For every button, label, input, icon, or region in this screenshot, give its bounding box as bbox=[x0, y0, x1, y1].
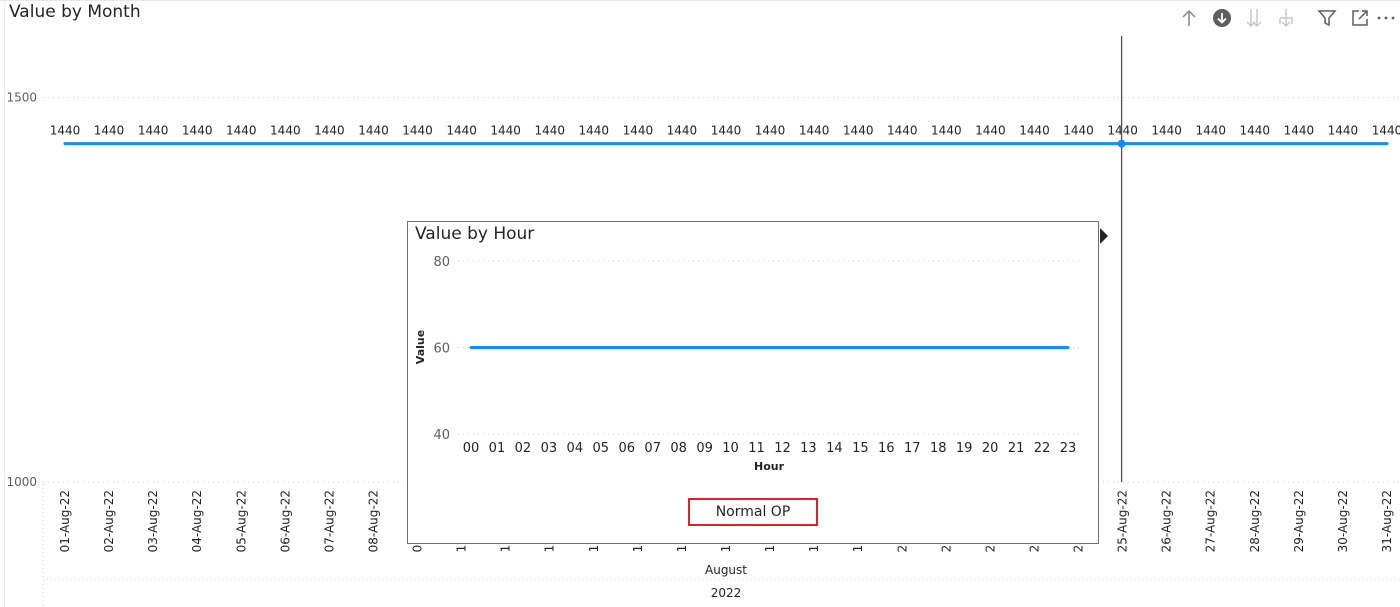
x-tick-label: 05 bbox=[593, 441, 610, 456]
data-label: 1440 bbox=[711, 124, 742, 138]
x-tick-label: 08-Aug-22 bbox=[366, 490, 380, 552]
data-label: 1440 bbox=[1195, 124, 1226, 138]
x-tick-label: 30-Aug-22 bbox=[1336, 490, 1350, 552]
data-label: 1440 bbox=[534, 124, 565, 138]
data-label: 1440 bbox=[931, 124, 962, 138]
data-label: 1440 bbox=[138, 124, 169, 138]
data-label: 1440 bbox=[446, 124, 477, 138]
x-tick-label: 10 bbox=[722, 441, 739, 456]
x-tick-label: 05-Aug-22 bbox=[234, 490, 248, 552]
data-label: 1440 bbox=[1151, 124, 1182, 138]
x-tick-label: 01-Aug-22 bbox=[58, 490, 72, 552]
data-label: 1440 bbox=[799, 124, 830, 138]
data-label: 1440 bbox=[226, 124, 257, 138]
x-tick-label: 03 bbox=[541, 441, 558, 456]
y-tick-label: 60 bbox=[433, 342, 450, 357]
x-year-label: 2022 bbox=[711, 586, 742, 600]
x-axis-title: Hour bbox=[754, 460, 785, 473]
x-tick-label: 02 bbox=[515, 441, 532, 456]
data-label: 1440 bbox=[1328, 124, 1359, 138]
x-tick-label: 22 bbox=[1034, 441, 1051, 456]
data-label: 1440 bbox=[358, 124, 389, 138]
data-label: 1440 bbox=[887, 124, 918, 138]
x-tick-label: 07-Aug-22 bbox=[322, 490, 336, 552]
data-label: 1440 bbox=[1284, 124, 1315, 138]
x-tick-label: 19 bbox=[956, 441, 973, 456]
data-label: 1440 bbox=[270, 124, 301, 138]
data-label: 1440 bbox=[843, 124, 874, 138]
x-tick-label: 00 bbox=[463, 441, 480, 456]
x-tick-label: 04-Aug-22 bbox=[190, 490, 204, 552]
data-label: 1440 bbox=[579, 124, 610, 138]
x-tick-label: 17 bbox=[904, 441, 921, 456]
data-label: 1440 bbox=[1019, 124, 1050, 138]
x-tick-label: 21 bbox=[1008, 441, 1025, 456]
x-tick-label: 07 bbox=[644, 441, 661, 456]
tooltip-chart-title: Value by Hour bbox=[415, 224, 535, 244]
x-tick-label: 14 bbox=[826, 441, 843, 456]
data-label: 1440 bbox=[755, 124, 786, 138]
data-label: 1440 bbox=[667, 124, 698, 138]
x-tick-label: 23 bbox=[1060, 441, 1077, 456]
data-label: 1440 bbox=[1240, 124, 1271, 138]
tooltip-pointer bbox=[1100, 228, 1108, 244]
x-tick-label: 20 bbox=[982, 441, 999, 456]
data-label: 1440 bbox=[1372, 124, 1400, 138]
hover-marker bbox=[1117, 139, 1126, 148]
x-month-label: August bbox=[705, 563, 747, 577]
data-label: 1440 bbox=[182, 124, 213, 138]
x-tick-label: 06 bbox=[618, 441, 635, 456]
x-tick-label: 09 bbox=[696, 441, 713, 456]
data-label: 1440 bbox=[50, 124, 81, 138]
y-tick-label: 1000 bbox=[6, 475, 37, 489]
x-tick-label: 26-Aug-22 bbox=[1160, 490, 1174, 552]
y-tick-label: 40 bbox=[433, 428, 450, 443]
x-tick-label: 03-Aug-22 bbox=[146, 490, 160, 552]
x-tick-label: 29-Aug-22 bbox=[1292, 490, 1306, 552]
x-tick-label: 18 bbox=[930, 441, 947, 456]
data-label: 1440 bbox=[314, 124, 345, 138]
data-label: 1440 bbox=[1063, 124, 1094, 138]
legend-normal-op: Normal OP bbox=[688, 498, 818, 526]
x-tick-label: 01 bbox=[489, 441, 506, 456]
x-tick-label: 31-Aug-22 bbox=[1380, 490, 1394, 552]
data-label: 1440 bbox=[402, 124, 433, 138]
x-tick-label: 28-Aug-22 bbox=[1248, 490, 1262, 552]
y-axis-title: Value bbox=[414, 330, 427, 364]
hourly-line-chart: 40 60 80 00 01 02 03 04 05 06 07 08 09 10 11 12 13 14 15 16… bbox=[414, 255, 1080, 473]
data-label: 1440 bbox=[94, 124, 125, 138]
data-label: 1440 bbox=[975, 124, 1006, 138]
data-label: 1440 bbox=[1107, 124, 1138, 138]
x-tick-label: 16 bbox=[878, 441, 895, 456]
x-tick-label: 15 bbox=[852, 441, 869, 456]
data-label: 1440 bbox=[623, 124, 654, 138]
x-tick-label: 02-Aug-22 bbox=[102, 490, 116, 552]
x-tick-label: 11 bbox=[748, 441, 765, 456]
y-tick-label: 1500 bbox=[6, 91, 37, 105]
x-tick-label: 13 bbox=[800, 441, 817, 456]
y-tick-label: 80 bbox=[433, 255, 450, 270]
x-tick-label: 12 bbox=[774, 441, 791, 456]
x-tick-label: 27-Aug-22 bbox=[1204, 490, 1218, 552]
x-tick-label: 04 bbox=[567, 441, 584, 456]
data-label: 1440 bbox=[490, 124, 521, 138]
x-tick-label: 08 bbox=[670, 441, 687, 456]
x-tick-label: 25-Aug-22 bbox=[1116, 490, 1130, 552]
x-tick-label: 06-Aug-22 bbox=[278, 490, 292, 552]
report-page-tooltip: 40 60 80 00 01 02 03 04 05 06 07 08 09 10 11 12 13 14 15 16… bbox=[407, 221, 1099, 544]
